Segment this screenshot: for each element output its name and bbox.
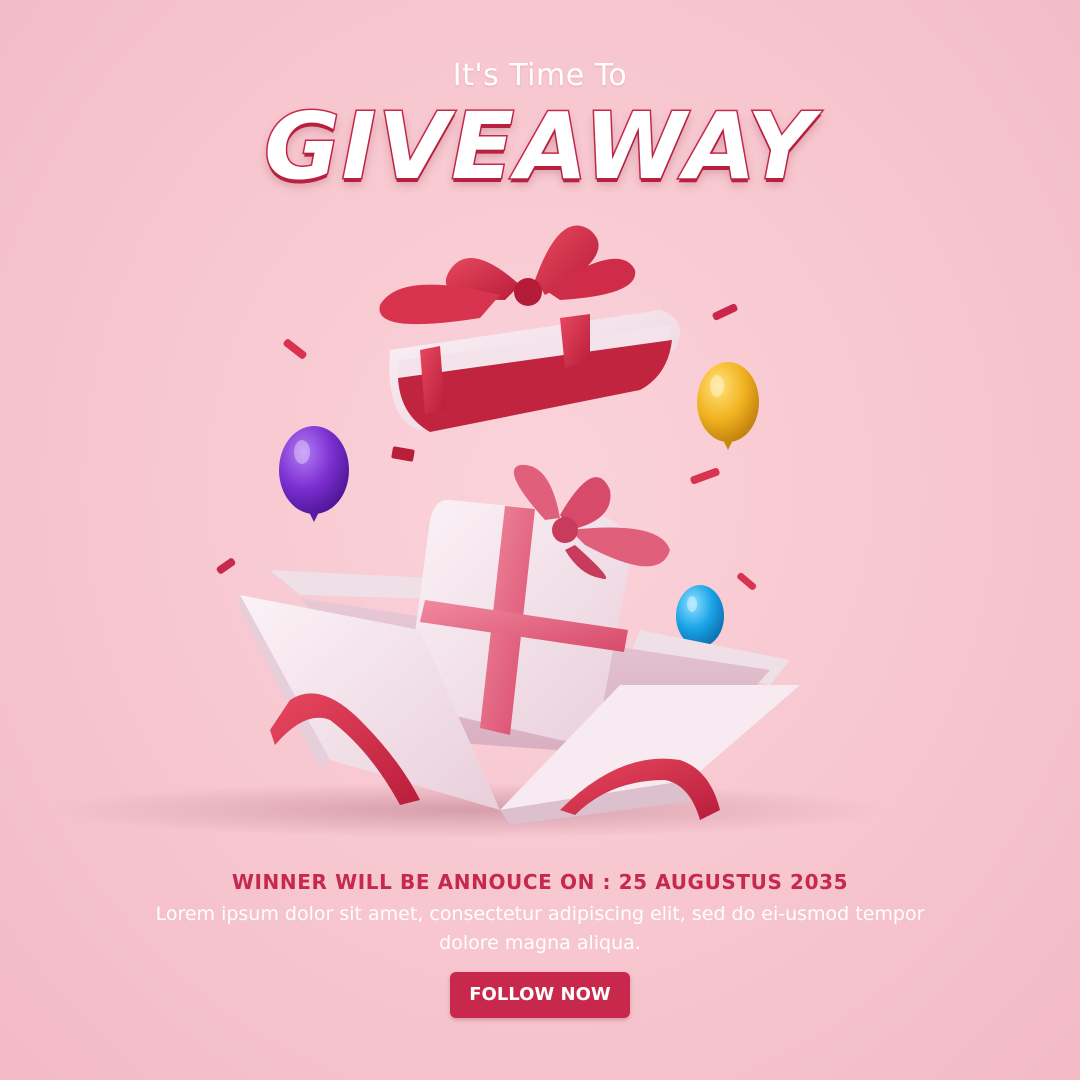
open-gift-box-icon <box>238 464 800 825</box>
gift-illustration <box>50 225 890 838</box>
description-text: Lorem ipsum dolor sit amet, consectetur … <box>155 903 925 954</box>
subtitle: It's Time To <box>452 58 628 93</box>
balloon-purple-icon <box>279 426 349 522</box>
follow-now-button[interactable]: FOLLOW NOW <box>450 972 630 1018</box>
giveaway-poster: It's Time To GIVEAWAY WINNER WILL BE ANN… <box>0 0 1080 1080</box>
winner-announcement: WINNER WILL BE ANNOUCE ON : 25 AUGUSTUS … <box>231 870 849 894</box>
page-title: GIVEAWAY <box>263 92 816 202</box>
gift-lid-icon <box>379 225 680 432</box>
balloon-yellow-icon <box>697 362 759 450</box>
